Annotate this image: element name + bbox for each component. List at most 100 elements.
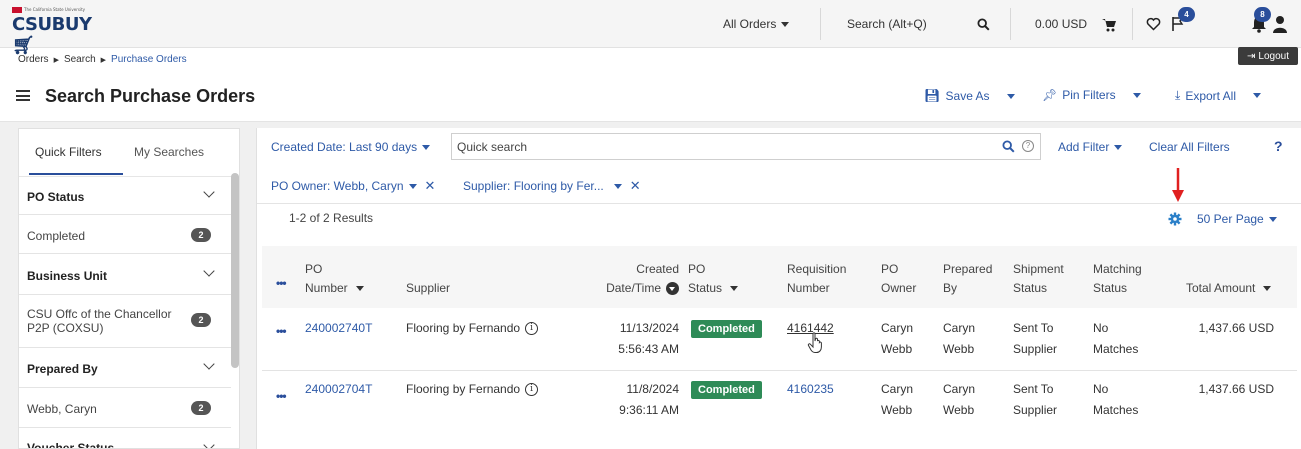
status-badge: Completed — [691, 320, 762, 338]
cart-amount[interactable]: 0.00 USD — [1035, 0, 1087, 48]
column-header-shipment-status[interactable]: Shipment Status — [1013, 260, 1064, 298]
remove-filter-icon[interactable]: ✕ — [630, 178, 641, 194]
add-filter-button[interactable]: Add Filter — [1058, 140, 1123, 154]
settings-gear-icon[interactable] — [1168, 212, 1182, 229]
prepared-by-name: Caryn Webb — [943, 321, 976, 356]
supplier-filter-chip[interactable]: Supplier: Flooring by Fer... ✕ — [463, 178, 641, 194]
column-header-created[interactable]: Created Date/Time — [576, 260, 679, 298]
chevron-down-icon — [1114, 144, 1123, 150]
global-search-label[interactable]: Search (Alt+Q) — [847, 0, 927, 48]
logo-tagline: The California State University — [12, 6, 85, 13]
scope-dropdown[interactable]: All Orders — [723, 0, 790, 48]
export-icon: ⤓ — [1175, 88, 1181, 102]
column-header-po-owner[interactable]: PO Owner — [881, 260, 916, 298]
quick-search-input[interactable] — [457, 140, 977, 154]
po-owner-filter-chip[interactable]: PO Owner: Webb, Caryn ✕ — [271, 178, 435, 194]
status-badge: Completed — [691, 381, 762, 399]
sort-icon[interactable] — [355, 286, 364, 292]
column-header-po-number[interactable]: PO Number — [305, 260, 364, 298]
search-icon[interactable] — [975, 16, 991, 32]
chevron-down-icon[interactable] — [203, 265, 215, 277]
filter-section-voucher-status[interactable]: Voucher Status — [27, 441, 114, 448]
logout-button[interactable]: ⇥ Logout — [1238, 47, 1298, 65]
hamburger-menu-icon[interactable] — [16, 90, 30, 101]
filter-section-prepared-by[interactable]: Prepared By — [27, 362, 98, 376]
column-header-supplier[interactable]: Supplier — [406, 279, 450, 298]
breadcrumb-separator-icon: ▶ — [53, 56, 59, 64]
supplier-name: Flooring by Fernando i — [406, 318, 539, 339]
filter-section-po-status[interactable]: PO Status — [27, 190, 84, 204]
chevron-down-icon[interactable] — [1132, 92, 1141, 98]
info-icon[interactable]: i — [525, 322, 539, 336]
pin-filters-button[interactable]: 📌︎ Pin Filters — [1042, 88, 1141, 102]
export-all-button[interactable]: ⤓ Export All — [1175, 88, 1262, 103]
chevron-down-icon — [408, 183, 417, 189]
info-icon[interactable]: i — [525, 383, 539, 397]
top-header: The California State University CSUBUY🛒︎… — [0, 0, 1301, 56]
user-icon[interactable] — [1272, 14, 1288, 34]
breadcrumb: Orders ▶ Search ▶ Purchase Orders — [18, 54, 187, 65]
breadcrumb-purchase-orders[interactable]: Purchase Orders — [111, 54, 187, 65]
column-header-prepared-by[interactable]: Prepared By — [943, 260, 992, 298]
filter-count-badge: 2 — [191, 228, 211, 242]
sidebar-tabs: Quick Filters My Searches — [19, 129, 239, 177]
chevron-down-icon[interactable] — [203, 439, 215, 448]
chevron-down-icon — [422, 144, 431, 150]
created-datetime: 11/13/2024 5:56:43 AM — [618, 321, 679, 356]
sidebar-scrollbar[interactable] — [231, 173, 239, 368]
po-number-link[interactable]: 240002704T — [305, 379, 372, 400]
tab-my-searches[interactable]: My Searches — [134, 145, 204, 159]
table-header — [262, 246, 1297, 308]
tab-quick-filters[interactable]: Quick Filters — [35, 145, 102, 159]
active-tab-indicator — [29, 173, 123, 175]
filter-section-business-unit[interactable]: Business Unit — [27, 269, 107, 283]
row-actions-menu-icon[interactable]: ••• — [276, 389, 287, 403]
filter-option-business-unit[interactable]: CSU Offc of the Chancellor P2P (COXSU) — [27, 307, 177, 335]
search-icon[interactable] — [1002, 140, 1015, 156]
help-icon[interactable]: ? — [1274, 138, 1283, 154]
results-count: 1-2 of 2 Results — [289, 211, 374, 225]
annotation-arrow-icon — [1172, 168, 1184, 202]
clear-all-filters-link[interactable]: Clear All Filters — [1149, 140, 1230, 154]
column-header-requisition-number[interactable]: Requisition Number — [787, 260, 846, 298]
bulk-actions-menu-icon[interactable]: ••• — [276, 276, 287, 290]
save-as-button[interactable]: 💾︎ Save As — [924, 88, 1015, 104]
column-header-po-status[interactable]: PO Status — [688, 260, 739, 298]
filter-count-badge: 2 — [191, 313, 211, 327]
matching-status: No Matches — [1093, 321, 1139, 356]
requisition-number-link[interactable]: 4160235 — [787, 379, 834, 400]
column-header-total-amount[interactable]: Total Amount — [1186, 279, 1272, 298]
created-date-filter[interactable]: Created Date: Last 90 days — [271, 140, 431, 154]
notification-count-badge: 8 — [1254, 7, 1271, 22]
sort-icon[interactable] — [730, 286, 739, 292]
logout-icon: ⇥ — [1247, 50, 1256, 62]
hand-cursor-icon — [807, 332, 822, 353]
shipment-status: Sent To Supplier — [1013, 382, 1058, 417]
search-help-icon[interactable]: ? — [1022, 140, 1034, 152]
sort-descending-icon[interactable] — [666, 282, 679, 296]
chevron-down-icon[interactable] — [203, 186, 215, 198]
row-actions-menu-icon[interactable]: ••• — [276, 324, 287, 338]
shopping-cart-icon[interactable] — [1100, 15, 1118, 33]
breadcrumb-separator-icon: ▶ — [100, 56, 107, 64]
filter-option-completed[interactable]: Completed — [27, 229, 85, 243]
sort-icon[interactable] — [1263, 286, 1272, 292]
prepared-by-name: Caryn Webb — [943, 382, 976, 417]
chevron-down-icon[interactable] — [1253, 93, 1262, 98]
chevron-down-icon — [1268, 216, 1277, 222]
save-icon: 💾︎ — [924, 88, 941, 103]
filter-option-webb-caryn[interactable]: Webb, Caryn — [27, 402, 97, 416]
chevron-down-icon[interactable] — [1006, 93, 1015, 99]
per-page-dropdown[interactable]: 50 Per Page — [1197, 212, 1277, 226]
chevron-down-icon[interactable] — [203, 358, 215, 370]
column-header-matching-status[interactable]: Matching Status — [1093, 260, 1142, 298]
breadcrumb-search[interactable]: Search — [64, 54, 96, 65]
filter-count-badge: 2 — [191, 401, 211, 415]
po-number-link[interactable]: 240002740T — [305, 318, 372, 339]
breadcrumb-orders[interactable]: Orders — [18, 54, 49, 65]
csubuy-logo[interactable]: The California State University CSUBUY🛒︎ — [12, 6, 92, 56]
remove-filter-icon[interactable]: ✕ — [425, 178, 436, 194]
chevron-down-icon — [613, 183, 622, 189]
heart-icon[interactable] — [1145, 16, 1161, 32]
logo-wordmark: CSUBUY🛒︎ — [12, 14, 92, 56]
